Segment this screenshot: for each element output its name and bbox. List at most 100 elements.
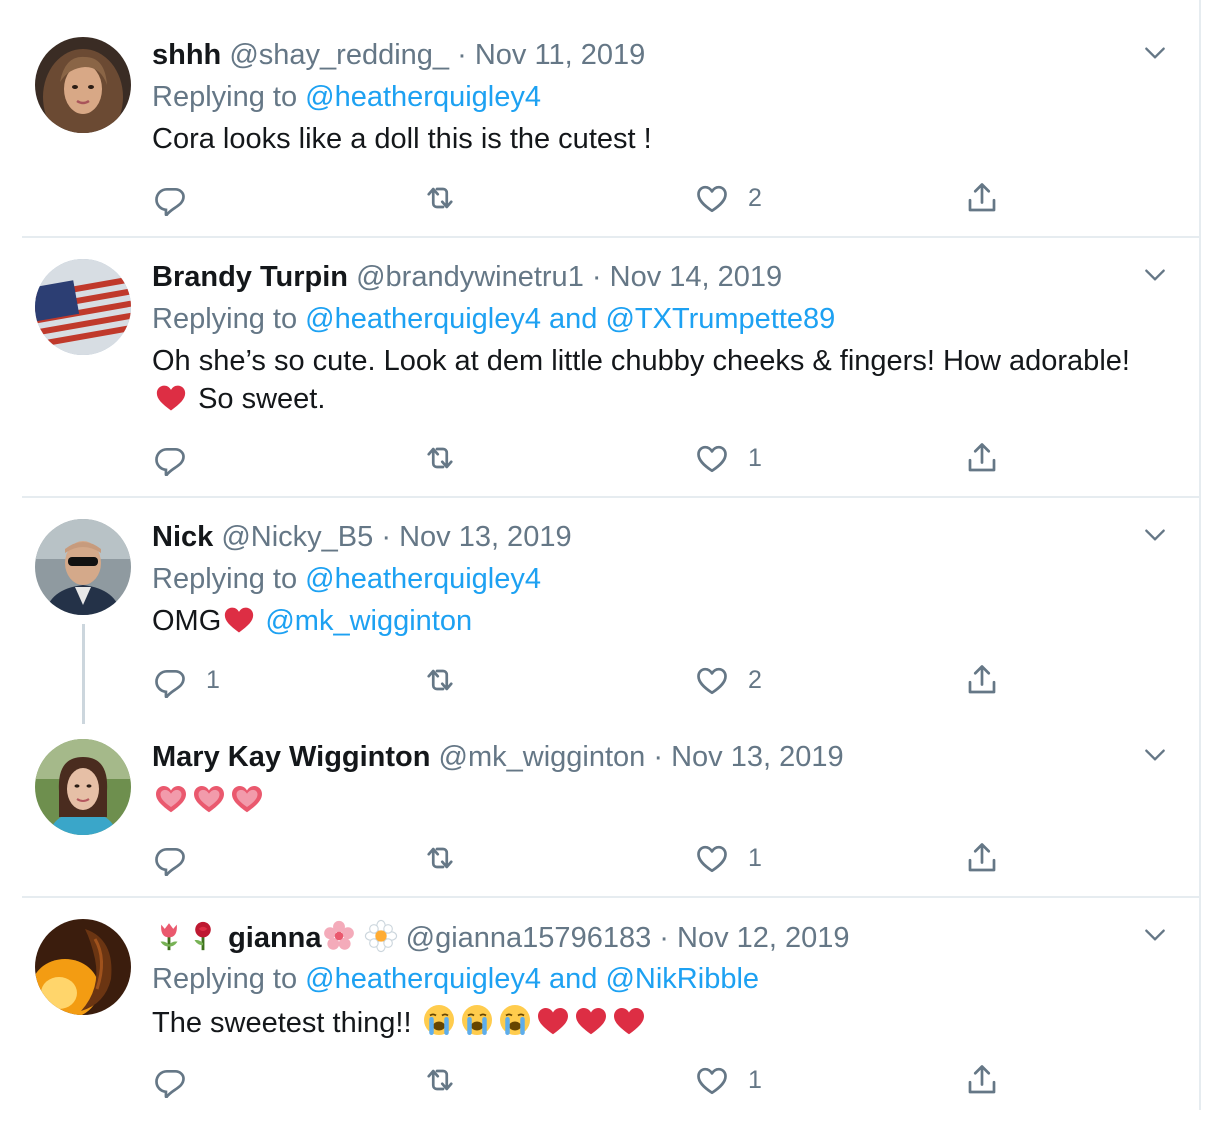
reply-icon bbox=[152, 1062, 188, 1098]
chevron-down-icon[interactable] bbox=[1142, 922, 1168, 948]
tweet-text-content: The sweetest thing!! bbox=[152, 1007, 412, 1039]
replying-to: Replying to @heatherquigley4 bbox=[152, 561, 541, 597]
tweet-header: gianna @gianna15796183 · Nov 12, 2019 bbox=[152, 919, 850, 956]
red-heart-emoji-icon bbox=[221, 602, 257, 636]
reply-icon bbox=[152, 440, 188, 476]
tweet-header: Nick @Nicky_B5 · Nov 13, 2019 bbox=[152, 519, 572, 555]
user-handle[interactable]: @Nicky_B5 bbox=[221, 521, 373, 553]
tweet-4[interactable]: Mary Kay Wigginton @mk_wigginton · Nov 1… bbox=[22, 718, 1200, 896]
display-name[interactable]: gianna bbox=[228, 922, 321, 954]
tweet-date[interactable]: Nov 14, 2019 bbox=[610, 261, 783, 293]
user-handle[interactable]: @gianna15796183 bbox=[406, 922, 652, 954]
retweet-button[interactable] bbox=[422, 438, 458, 478]
share-button[interactable] bbox=[964, 1060, 1000, 1100]
avatar[interactable] bbox=[35, 259, 131, 355]
tweet-2[interactable]: Brandy Turpin @brandywinetru1 · Nov 14, … bbox=[22, 238, 1200, 496]
mention-link[interactable]: @mk_wigginton bbox=[265, 605, 472, 637]
share-button[interactable] bbox=[964, 660, 1000, 700]
retweet-button[interactable] bbox=[422, 838, 458, 878]
retweet-button[interactable] bbox=[422, 660, 458, 700]
cherry-blossom-emoji-icon bbox=[322, 919, 356, 953]
reply-button[interactable] bbox=[152, 838, 188, 878]
user-handle[interactable]: @brandywinetru1 bbox=[356, 261, 584, 293]
reply-button[interactable] bbox=[152, 1060, 188, 1100]
heart-icon bbox=[694, 840, 730, 876]
tweet-text-line2: So sweet. bbox=[198, 383, 326, 415]
red-heart-emoji-icon bbox=[572, 1002, 610, 1038]
user-handle[interactable]: @mk_wigginton bbox=[439, 741, 646, 773]
separator-dot: · bbox=[381, 521, 391, 553]
reply-button[interactable] bbox=[152, 178, 188, 218]
retweet-icon bbox=[422, 840, 458, 876]
tweet-date[interactable]: Nov 13, 2019 bbox=[399, 521, 572, 553]
like-button[interactable]: 1 bbox=[694, 1060, 762, 1100]
replying-to-label: Replying to bbox=[152, 563, 298, 595]
tweet-actions: 1 bbox=[152, 1060, 1012, 1100]
share-button[interactable] bbox=[964, 178, 1000, 218]
share-button[interactable] bbox=[964, 438, 1000, 478]
avatar[interactable] bbox=[35, 519, 131, 615]
tweet-text-content: OMG bbox=[152, 605, 222, 637]
replying-to-link[interactable]: @heatherquigley4 bbox=[305, 563, 541, 595]
replying-to-label: Replying to bbox=[152, 303, 298, 335]
crying-face-emoji-icon bbox=[496, 1002, 534, 1038]
chevron-down-icon[interactable] bbox=[1142, 522, 1168, 548]
retweet-icon bbox=[422, 662, 458, 698]
like-count: 1 bbox=[748, 1065, 762, 1094]
tweet-actions: 1 2 bbox=[152, 660, 1012, 700]
tweet-actions: 1 bbox=[152, 438, 1012, 478]
tweet-header: Mary Kay Wigginton @mk_wigginton · Nov 1… bbox=[152, 739, 844, 775]
tweet-header: Brandy Turpin @brandywinetru1 · Nov 14, … bbox=[152, 259, 782, 295]
share-button[interactable] bbox=[964, 838, 1000, 878]
separator-dot: · bbox=[457, 39, 467, 71]
replying-to-label: Replying to bbox=[152, 81, 298, 113]
tweet-actions: 2 bbox=[152, 178, 1012, 218]
reply-button[interactable]: 1 bbox=[152, 660, 220, 700]
separator-dot: · bbox=[653, 741, 664, 773]
tweet-5[interactable]: gianna @gianna15796183 · Nov 12, 2019 Re… bbox=[22, 898, 1200, 1110]
retweet-button[interactable] bbox=[422, 1060, 458, 1100]
tweet-date[interactable]: Nov 12, 2019 bbox=[677, 922, 850, 954]
like-button[interactable]: 2 bbox=[694, 660, 762, 700]
chevron-down-icon[interactable] bbox=[1142, 742, 1168, 768]
share-icon bbox=[964, 662, 1000, 698]
tweet-actions: 1 bbox=[152, 838, 1012, 878]
like-button[interactable]: 1 bbox=[694, 438, 762, 478]
share-icon bbox=[964, 840, 1000, 876]
avatar[interactable] bbox=[35, 919, 131, 1015]
tweet-text: The sweetest thing!! bbox=[152, 1002, 1182, 1042]
share-icon bbox=[964, 1062, 1000, 1098]
display-name[interactable]: Nick bbox=[152, 521, 213, 553]
reply-count: 1 bbox=[206, 665, 220, 694]
tweet-3[interactable]: Nick @Nicky_B5 · Nov 13, 2019 Replying t… bbox=[22, 498, 1200, 724]
user-handle[interactable]: @shay_redding_ bbox=[229, 39, 449, 71]
replying-to-link[interactable]: @heatherquigley4 bbox=[305, 81, 541, 113]
replying-to-link[interactable]: @heatherquigley4 and @TXTrumpette89 bbox=[305, 303, 835, 335]
replying-to-link[interactable]: @heatherquigley4 and @NikRibble bbox=[305, 963, 759, 995]
tweet-date[interactable]: Nov 13, 2019 bbox=[671, 741, 844, 773]
like-button[interactable]: 2 bbox=[694, 178, 762, 218]
avatar[interactable] bbox=[35, 739, 131, 835]
share-icon bbox=[964, 180, 1000, 216]
like-count: 1 bbox=[748, 843, 762, 872]
separator-dot: · bbox=[591, 261, 602, 293]
chevron-down-icon[interactable] bbox=[1142, 262, 1168, 288]
rose-emoji-icon bbox=[186, 919, 220, 953]
tweet-1[interactable]: shhh @shay_redding_ · Nov 11, 2019 Reply… bbox=[22, 0, 1200, 236]
replying-to: Replying to @heatherquigley4 and @NikRib… bbox=[152, 961, 759, 997]
crying-face-emoji-icon bbox=[458, 1002, 496, 1038]
retweet-button[interactable] bbox=[422, 178, 458, 218]
avatar[interactable] bbox=[35, 37, 131, 133]
display-name[interactable]: shhh bbox=[152, 39, 221, 71]
tweet-date[interactable]: Nov 11, 2019 bbox=[475, 39, 645, 71]
like-button[interactable]: 1 bbox=[694, 838, 762, 878]
reply-icon bbox=[152, 662, 188, 698]
heart-icon bbox=[694, 180, 730, 216]
chevron-down-icon[interactable] bbox=[1142, 40, 1168, 66]
display-name[interactable]: Mary Kay Wigginton bbox=[152, 741, 430, 773]
heart-icon bbox=[694, 1062, 730, 1098]
reply-button[interactable] bbox=[152, 438, 188, 478]
tweet-text: OMG @mk_wigginton bbox=[152, 602, 1182, 640]
red-heart-emoji-icon bbox=[534, 1002, 572, 1038]
display-name[interactable]: Brandy Turpin bbox=[152, 261, 348, 293]
